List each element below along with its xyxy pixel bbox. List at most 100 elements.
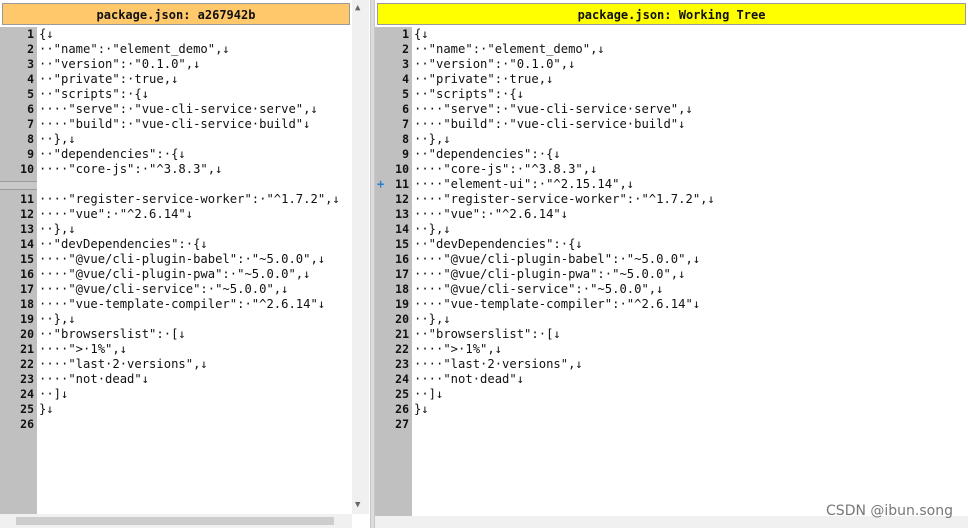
code-text: ··"dependencies":·{↓ <box>39 147 186 161</box>
line-number: 23 <box>395 357 409 371</box>
left-horizontal-scrollbar[interactable] <box>0 514 352 528</box>
line-number: 3 <box>402 57 409 71</box>
code-text: {↓ <box>414 27 429 41</box>
line-number: 24 <box>20 387 34 401</box>
code-text: ····"serve":·"vue-cli-service·serve",↓ <box>414 102 693 116</box>
line-number: 11 <box>20 192 34 206</box>
line-number: 10 <box>20 162 34 176</box>
line-number: 5 <box>27 87 34 101</box>
line-number: 22 <box>20 357 34 371</box>
line-number: 20 <box>395 312 409 326</box>
code-text: ··"private":·true,↓ <box>39 72 179 86</box>
placeholder-band <box>0 181 37 190</box>
code-text: ··},↓ <box>39 132 76 146</box>
code-text: ··},↓ <box>39 222 76 236</box>
code-text: ····"serve":·"vue-cli-service·serve",↓ <box>39 102 318 116</box>
line-number: 3 <box>27 57 34 71</box>
line-number: 14 <box>395 222 409 236</box>
line-number: 11 <box>395 177 409 191</box>
scroll-thumb[interactable] <box>16 517 334 525</box>
line-number: 4 <box>27 72 34 86</box>
line-number: 6 <box>402 102 409 116</box>
line-number: 9 <box>27 147 34 161</box>
scroll-down-icon[interactable]: ▼ <box>355 500 360 510</box>
line-number: 7 <box>27 117 34 131</box>
code-text: ··},↓ <box>39 312 76 326</box>
line-number: 13 <box>20 222 34 236</box>
code-text: {↓ <box>39 27 54 41</box>
line-number: 8 <box>27 132 34 146</box>
code-text: ····"build":·"vue-cli-service·build"↓ <box>39 117 311 131</box>
line-number: 27 <box>395 417 409 431</box>
right-diff-pane[interactable]: package.json: Working Tree 1 {↓ 2 ··"name":… <box>375 0 968 528</box>
watermark: CSDN @ibun.song <box>826 503 953 519</box>
code-text: ····"@vue/cli-plugin-babel":·"~5.0.0",↓ <box>39 252 326 266</box>
code-text: ····"core-js":·"^3.8.3",↓ <box>414 162 598 176</box>
code-text: ··"private":·true,↓ <box>414 72 554 86</box>
code-text: ····"vue":·"^2.6.14"↓ <box>39 207 194 221</box>
line-number: 19 <box>395 297 409 311</box>
line-number: 17 <box>395 267 409 281</box>
code-text: ····"vue-template-compiler":·"^2.6.14"↓ <box>39 297 326 311</box>
line-number: 24 <box>395 372 409 386</box>
code-text: ····">·1%",↓ <box>414 342 503 356</box>
line-number: 21 <box>20 342 34 356</box>
scroll-up-icon[interactable]: ▲ <box>355 3 360 13</box>
code-text: ··]↓ <box>39 387 69 401</box>
line-number: 9 <box>402 147 409 161</box>
code-text: ··},↓ <box>414 222 451 236</box>
code-text: ····"vue-template-compiler":·"^2.6.14"↓ <box>414 297 701 311</box>
line-number: 13 <box>395 207 409 221</box>
line-number: 1 <box>402 27 409 41</box>
left-pane-title: package.json: a267942b <box>2 3 350 25</box>
line-number: 25 <box>395 387 409 401</box>
line-number: 5 <box>402 87 409 101</box>
line-number: 19 <box>20 312 34 326</box>
line-number: 26 <box>20 417 34 431</box>
code-text: ··"dependencies":·{↓ <box>414 147 561 161</box>
code-text: ····"core-js":·"^3.8.3",↓ <box>39 162 223 176</box>
code-text: ··"devDependencies":·{↓ <box>39 237 208 251</box>
code-text: ····"register-service-worker":·"^1.7.2",… <box>39 192 340 206</box>
code-text: ····"@vue/cli-plugin-pwa":·"~5.0.0",↓ <box>39 267 311 281</box>
line-number: 14 <box>20 237 34 251</box>
line-number: 20 <box>20 327 34 341</box>
line-number: 15 <box>395 237 409 251</box>
line-number: 17 <box>20 282 34 296</box>
code-text: }↓ <box>39 402 54 416</box>
code-text: ····"last·2·versions",↓ <box>414 357 583 371</box>
line-number: 8 <box>402 132 409 146</box>
code-text: ··"version":·"0.1.0",↓ <box>414 57 576 71</box>
line-number: 22 <box>395 342 409 356</box>
code-text: }↓ <box>414 402 429 416</box>
code-text: ··"scripts":·{↓ <box>414 87 525 101</box>
code-text: ··"version":·"0.1.0",↓ <box>39 57 201 71</box>
line-number: 16 <box>395 252 409 266</box>
line-number: 12 <box>20 207 34 221</box>
code-text: ····"@vue/cli-service":·"~5.0.0",↓ <box>414 282 664 296</box>
line-number: 15 <box>20 252 34 266</box>
code-text: ··},↓ <box>414 312 451 326</box>
code-text: ··"browserslist":·[↓ <box>39 327 186 341</box>
line-number: 4 <box>402 72 409 86</box>
code-text: ····"vue":·"^2.6.14"↓ <box>414 207 569 221</box>
line-number: 2 <box>402 42 409 56</box>
line-number: 1 <box>27 27 34 41</box>
line-number: 6 <box>27 102 34 116</box>
code-text: ··},↓ <box>414 132 451 146</box>
code-text: ··"browserslist":·[↓ <box>414 327 561 341</box>
code-text: ····"@vue/cli-plugin-pwa":·"~5.0.0",↓ <box>414 267 686 281</box>
line-number: 2 <box>27 42 34 56</box>
code-text: ····"register-service-worker":·"^1.7.2",… <box>414 192 715 206</box>
code-text: ··"scripts":·{↓ <box>39 87 150 101</box>
line-number: 21 <box>395 327 409 341</box>
left-vertical-scrollbar[interactable]: ▲ ▼ <box>352 0 369 514</box>
left-diff-pane[interactable]: package.json: a267942b 1 {↓ 2 ··"name":·"el… <box>0 0 370 528</box>
line-number: 18 <box>395 282 409 296</box>
code-text: ····"@vue/cli-service":·"~5.0.0",↓ <box>39 282 289 296</box>
code-text: ··"name":·"element_demo",↓ <box>39 42 230 56</box>
code-text: ····">·1%",↓ <box>39 342 128 356</box>
line-number: 10 <box>395 162 409 176</box>
line-number: 25 <box>20 402 34 416</box>
code-text: ····"@vue/cli-plugin-babel":·"~5.0.0",↓ <box>414 252 701 266</box>
